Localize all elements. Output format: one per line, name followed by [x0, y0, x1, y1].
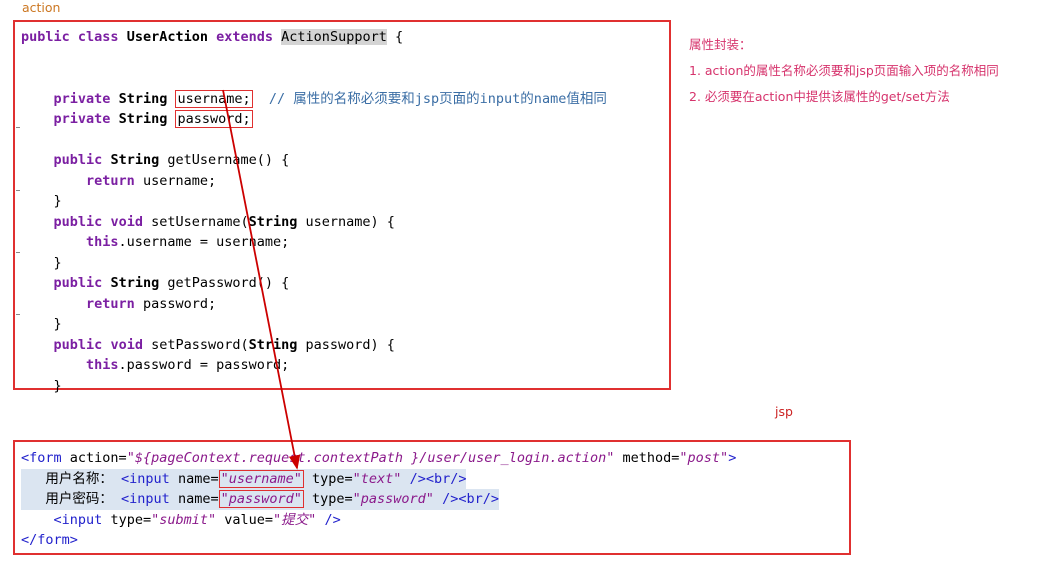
label-username: 用户名称： — [45, 470, 113, 487]
value-method: "post" — [679, 450, 729, 466]
attr-name-1: name= — [177, 470, 219, 487]
method-set-password: public void setPassword(String password)… — [53, 336, 395, 353]
jsp-code-box: <form action="${pageContext.request.cont… — [13, 440, 851, 555]
value-submit-text: "提交" — [273, 511, 317, 528]
type-string-1: String — [118, 90, 168, 107]
assign-password: this.password = password; — [86, 357, 290, 373]
method-set-username: public void setUsername(String username)… — [53, 213, 395, 230]
return-password: return password; — [86, 295, 217, 312]
brace-close-2: } — [53, 254, 62, 271]
action-code: public class UserAction extends ActionSu… — [21, 27, 607, 396]
value-type-text: "text" — [352, 470, 402, 487]
jsp-line-form-open: <form action="${pageContext.request.cont… — [21, 450, 736, 466]
value-name-password: "password" — [218, 490, 304, 508]
type: String — [110, 152, 160, 168]
tag-form-close: </form> — [21, 532, 78, 548]
tag-br-1: <br/> — [425, 470, 467, 487]
super-class-name: ActionSupport — [281, 29, 387, 45]
attr-value-3: value= — [224, 511, 274, 528]
jsp-label: jsp — [775, 404, 793, 419]
kw: public — [53, 152, 103, 168]
tag-selfclose-3: /> — [324, 511, 341, 528]
gutter-mark — [16, 252, 20, 253]
kw: this — [86, 357, 119, 373]
kw: public — [53, 336, 103, 353]
brace-close-3: } — [53, 316, 62, 332]
gutter-mark — [16, 314, 20, 315]
tag-selfclose-2: /> — [442, 491, 459, 507]
tag-input-open-3: <input — [53, 511, 103, 528]
field-comment: // 属性的名称必须要和jsp页面的input的name值相同 — [268, 90, 607, 107]
tag-form-open: <form — [21, 450, 62, 466]
assign-username: this.username = username; — [86, 234, 290, 250]
kw: void — [110, 336, 143, 353]
annotation-item-2: 2. 必须要在action中提供该属性的get/set方法 — [689, 89, 950, 104]
kw: public — [53, 213, 103, 230]
attr-type-2: type= — [312, 491, 353, 507]
annotation-block: 属性封装： 1. action的属性名称必须要和jsp页面输入项的名称相同 2.… — [689, 32, 1034, 110]
kw: return — [86, 172, 135, 189]
kw: public — [53, 275, 103, 291]
attr-action: action= — [69, 450, 127, 466]
gutter-mark — [16, 190, 20, 191]
tag-close-bracket: > — [728, 450, 737, 466]
tag-input-open-2: <input — [121, 491, 170, 507]
attr-type-3: type= — [110, 511, 152, 528]
keyword-private-1: private — [53, 90, 111, 107]
action-label: action — [22, 0, 61, 15]
value-name-username: "username" — [218, 469, 304, 488]
value-type-password: "password" — [352, 491, 434, 507]
kw: this — [86, 234, 119, 250]
attr-method: method= — [622, 450, 680, 466]
gutter-mark — [16, 127, 20, 128]
keyword-extends: extends — [216, 29, 274, 45]
type: String — [248, 336, 298, 353]
method-get-username: public String getUsername() { — [53, 152, 290, 168]
field-username: username; — [175, 89, 253, 108]
kw: void — [110, 213, 143, 230]
value-type-submit: "submit" — [151, 511, 217, 528]
attr-name-2: name= — [177, 491, 219, 507]
tag-input-open-1: <input — [121, 470, 170, 487]
type-string-2: String — [118, 111, 168, 127]
brace-close-1: } — [53, 193, 62, 209]
attr-type-1: type= — [312, 470, 353, 487]
label-password: 用户密码： — [45, 491, 113, 507]
tag-br-2: <br/> — [458, 491, 499, 507]
field-password: password; — [175, 110, 253, 128]
annotation-item-1: 1. action的属性名称必须要和jsp页面输入项的名称相同 — [689, 63, 999, 78]
return-username: return username; — [86, 172, 217, 189]
type: String — [110, 275, 160, 291]
action-code-box: public class UserAction extends ActionSu… — [13, 20, 671, 394]
brace-open: { — [394, 29, 404, 45]
annotation-title: 属性封装： — [689, 37, 752, 52]
class-name: UserAction — [126, 29, 208, 45]
kw: return — [86, 295, 135, 312]
value-action: "${pageContext.request.contextPath }/use… — [126, 450, 615, 466]
brace-close-4: } — [53, 377, 62, 394]
type: String — [248, 213, 298, 230]
keyword-private-2: private — [53, 111, 111, 127]
jsp-line-submit: <input type="submit" value="提交" /> — [21, 512, 341, 528]
jsp-line-username: 用户名称： <input name= "username" type="text"… — [21, 468, 467, 489]
keyword-public: public — [21, 29, 70, 45]
method-get-password: public String getPassword() { — [53, 275, 290, 291]
tag-selfclose-1: /> — [409, 470, 426, 487]
jsp-line-password: 用户密码： <input name= "password" type="passw… — [21, 489, 499, 510]
jsp-code: <form action="${pageContext.request.cont… — [21, 448, 736, 551]
keyword-class: class — [77, 29, 119, 45]
